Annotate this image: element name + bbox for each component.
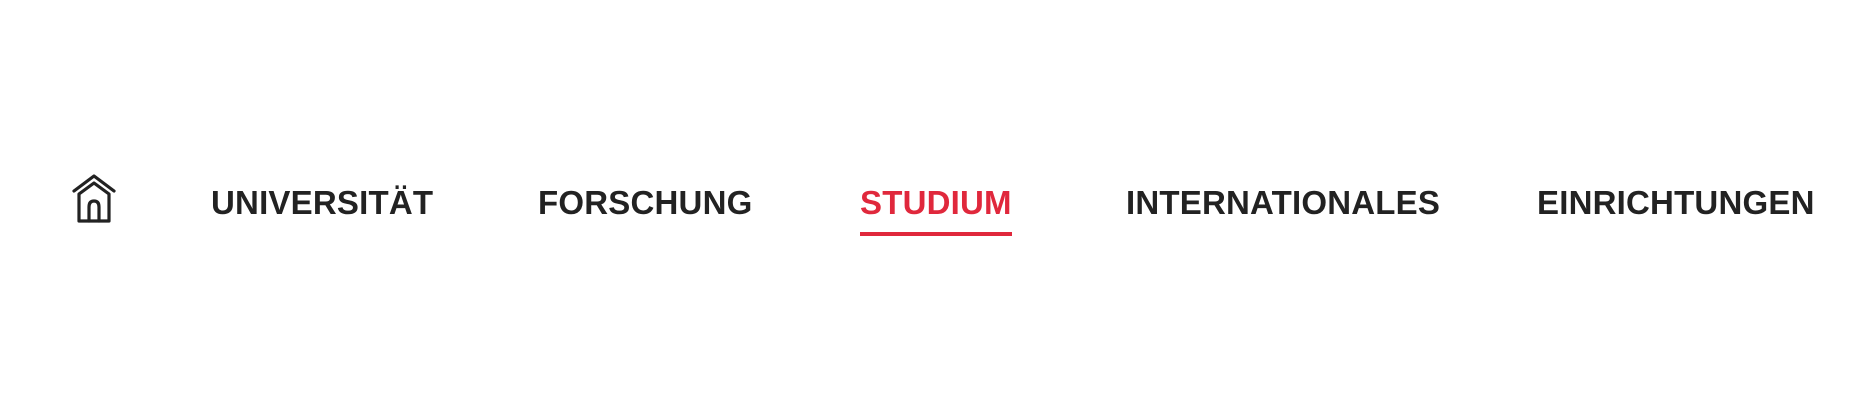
nav-item-label: INTERNATIONALES — [1126, 184, 1441, 221]
nav-item-label: STUDIUM — [860, 184, 1012, 221]
active-indicator — [860, 232, 1012, 236]
home-icon — [71, 174, 117, 224]
nav-item-label: UNIVERSITÄT — [211, 184, 434, 221]
nav-item-universitaet[interactable]: UNIVERSITÄT — [211, 178, 433, 228]
home-link[interactable] — [71, 174, 117, 224]
main-navigation: UNIVERSITÄT FORSCHUNG STUDIUM INTERNATIO… — [0, 0, 1875, 416]
nav-item-label: FORSCHUNG — [538, 184, 753, 221]
nav-item-label: EINRICHTUNGEN — [1537, 184, 1815, 221]
nav-item-internationales[interactable]: INTERNATIONALES — [1126, 178, 1440, 228]
nav-item-studium[interactable]: STUDIUM — [860, 178, 1012, 236]
nav-item-einrichtungen[interactable]: EINRICHTUNGEN — [1537, 178, 1815, 228]
nav-item-forschung[interactable]: FORSCHUNG — [538, 178, 752, 228]
